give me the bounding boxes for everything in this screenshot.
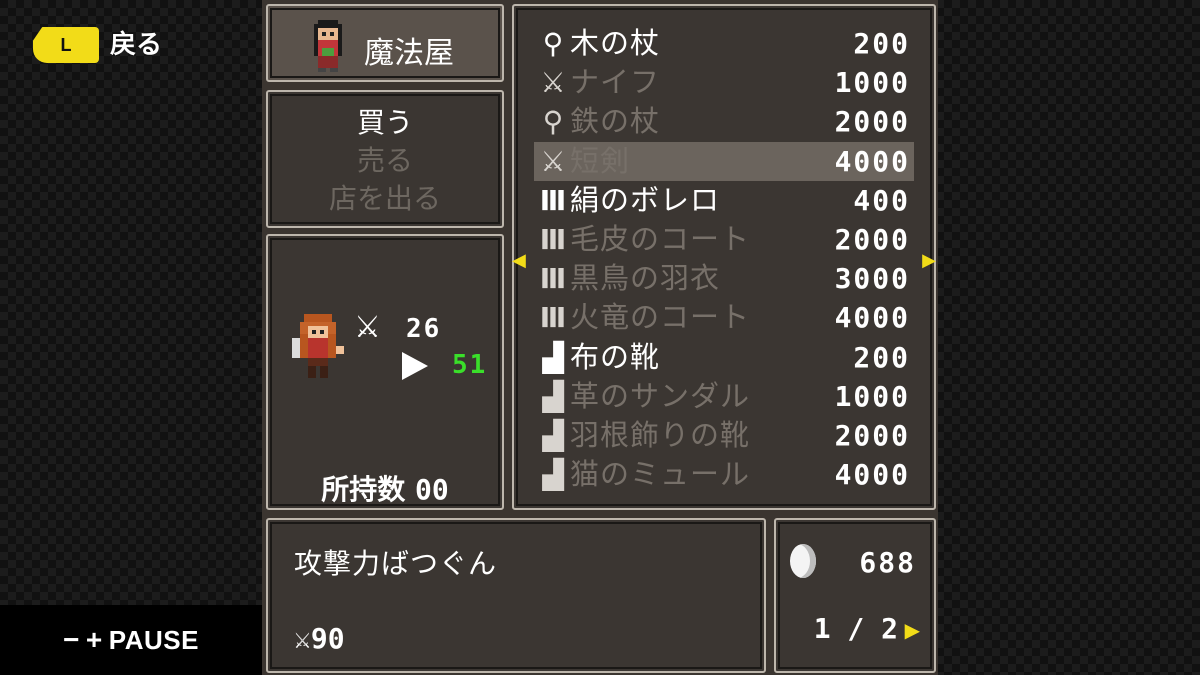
item-price: 200 [853, 27, 910, 60]
sword-icon: ⚔ [294, 622, 311, 655]
owned-value: 00 [415, 473, 449, 506]
staff-icon: ⚲ [542, 27, 564, 60]
item-description-panel: 攻撃力ばつぐん ⚔90 [266, 518, 766, 673]
item-row[interactable]: ▟ 革のサンダル 1000 [534, 377, 914, 416]
l-button-hint[interactable]: L [33, 27, 99, 63]
item-name: 短剣 [570, 143, 631, 178]
item-row[interactable]: ⚲ 木の杖 200 [534, 24, 914, 63]
item-stat-value: 90 [310, 622, 345, 655]
shop-screen: 魔法屋 買う 売る 店を出る ⚔ 26 51 所持数 00 ◀ ▶ ⚲ 木の杖 … [262, 0, 938, 675]
item-price: 4000 [834, 301, 910, 335]
item-row[interactable]: ▟ 猫のミュール 4000 [534, 455, 914, 494]
item-name: 革のサンダル [570, 378, 751, 413]
item-price: 2000 [834, 105, 910, 139]
back-label[interactable]: 戻る [110, 27, 162, 63]
item-price: 1000 [834, 379, 910, 413]
armor-icon: Ⅲ [539, 223, 567, 256]
item-name: ナイフ [570, 65, 661, 100]
item-row[interactable]: Ⅲ 毛皮のコート 2000 [534, 220, 914, 259]
item-row[interactable]: Ⅲ 火竜のコート 4000 [534, 298, 914, 337]
staff-icon: ⚲ [542, 105, 564, 139]
item-row[interactable]: ⚲ 鉄の杖 2000 [534, 102, 914, 141]
item-name: 鉄の杖 [570, 104, 661, 139]
boot-icon: ▟ [542, 379, 564, 413]
menu-buy[interactable]: 買う [268, 104, 502, 142]
wallet-panel: 688 1 / 2 ▶ [774, 518, 936, 673]
minus-icon: − [63, 624, 80, 655]
sword-icon: ⚔ [540, 144, 566, 178]
item-price: 3000 [834, 262, 910, 296]
character-status-panel: ⚔ 26 51 所持数 00 [266, 234, 504, 510]
item-name: 絹のボレロ [570, 182, 721, 217]
menu-sell[interactable]: 売る [268, 142, 502, 180]
hero-sprite [292, 314, 344, 378]
boot-icon: ▟ [542, 419, 564, 452]
item-price: 4000 [834, 458, 910, 492]
item-name: 木の杖 [570, 26, 661, 60]
page-right-arrow-icon[interactable]: ▶ [922, 250, 936, 271]
shop-name: 魔法屋 [364, 36, 454, 71]
attack-sword-icon: ⚔ [354, 310, 381, 345]
item-price: 200 [853, 340, 910, 374]
plus-icon: + [85, 624, 103, 655]
owned-count: 所持数 00 [268, 468, 502, 508]
attack-new: 51 [452, 350, 488, 380]
item-name: 毛皮のコート [570, 222, 751, 256]
item-name: 黒鳥の羽衣 [570, 261, 721, 296]
item-price: 1000 [834, 66, 910, 100]
item-row[interactable]: ⚔ ナイフ 1000 [534, 63, 914, 102]
boot-icon: ▟ [542, 458, 564, 492]
item-price: 2000 [834, 223, 910, 256]
item-price: 400 [853, 183, 910, 217]
owned-label: 所持数 [321, 473, 406, 506]
pause-label: PAUSE [108, 624, 199, 655]
boot-icon: ▟ [542, 340, 564, 374]
item-name: 布の靴 [570, 339, 661, 374]
attack-current: 26 [406, 314, 442, 344]
item-row[interactable]: ▟ 羽根飾りの靴 2000 [534, 416, 914, 455]
page-indicator: 1 / 2 [813, 612, 898, 645]
shop-title-panel: 魔法屋 [266, 4, 504, 82]
item-list: ◀ ▶ ⚲ 木の杖 200 ⚔ ナイフ 1000 ⚲ 鉄の杖 2000 ⚔ 短剣 4000 Ⅲ 絹のボレロ… [512, 4, 936, 510]
item-row[interactable]: ⚔ 短剣 4000 [534, 141, 914, 181]
item-name: 羽根飾りの靴 [570, 418, 751, 452]
pause-bar[interactable]: − + PAUSE [0, 605, 262, 675]
item-row[interactable]: ▟ 布の靴 200 [534, 338, 914, 377]
coin-icon [790, 544, 816, 578]
shop-menu: 買う 売る 店を出る [266, 90, 504, 228]
item-price: 4000 [834, 144, 910, 178]
armor-icon: Ⅲ [539, 183, 567, 217]
menu-leave[interactable]: 店を出る [268, 180, 502, 218]
shopkeeper-sprite [314, 20, 342, 72]
item-description: 攻撃力ばつぐん [294, 547, 498, 580]
item-price: 2000 [834, 419, 910, 452]
page-left-arrow-icon[interactable]: ◀ [512, 250, 526, 271]
item-name: 火竜のコート [570, 300, 751, 335]
gold-amount: 688 [859, 546, 916, 579]
next-page-arrow-icon[interactable]: ▶ [905, 618, 920, 642]
item-stat: ⚔90 [294, 622, 345, 655]
armor-icon: Ⅲ [539, 301, 567, 335]
item-row[interactable]: Ⅲ 黒鳥の羽衣 3000 [534, 259, 914, 298]
sword-icon: ⚔ [540, 66, 566, 100]
armor-icon: Ⅲ [539, 262, 567, 296]
arrow-right-icon [402, 352, 428, 380]
item-row[interactable]: Ⅲ 絹のボレロ 400 [534, 181, 914, 220]
item-name: 猫のミュール [570, 457, 751, 492]
